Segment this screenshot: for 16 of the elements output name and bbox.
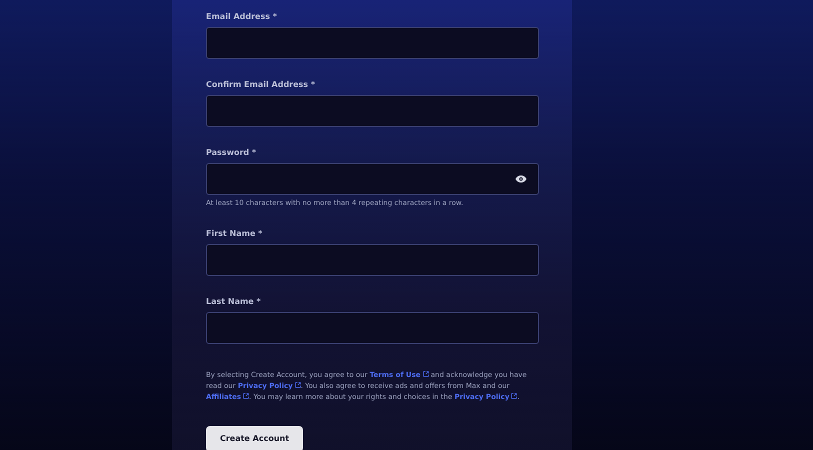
password-field[interactable] (206, 163, 539, 195)
external-link-icon (422, 371, 429, 377)
external-link-icon (294, 382, 301, 388)
field-label: First Name * (206, 228, 262, 240)
external-link-icon (511, 393, 518, 399)
eye-icon[interactable] (515, 175, 527, 183)
input-field[interactable] (206, 244, 539, 276)
field-label: Confirm Email Address * (206, 79, 316, 91)
input-field[interactable] (206, 27, 539, 59)
field-label: Password * (206, 147, 256, 159)
field-label: Last Name * (206, 296, 261, 308)
field-label: Email Address * (206, 11, 277, 23)
external-link-icon (243, 393, 250, 399)
create-account-button[interactable]: Create Account (206, 426, 303, 450)
input-field[interactable] (206, 312, 539, 344)
input-field[interactable] (206, 95, 539, 127)
